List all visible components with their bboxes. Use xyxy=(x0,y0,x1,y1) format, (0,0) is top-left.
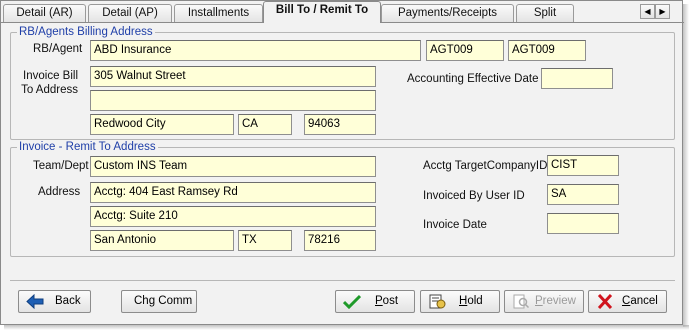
billing-address-line2-field[interactable] xyxy=(90,90,376,111)
remit-address-label: Address xyxy=(38,186,81,198)
tab-detail-ap[interactable]: Detail (AP) xyxy=(88,4,172,22)
billing-group-title: RB/Agents Billing Address xyxy=(17,26,155,39)
tab-bar: Detail (AR) Detail (AP) Installments Pay… xyxy=(1,1,684,23)
invoiced-by-label: Invoiced By User ID xyxy=(423,190,525,202)
invoice-date-field[interactable] xyxy=(547,213,619,234)
hold-button[interactable]: Hold xyxy=(420,290,500,313)
target-company-field[interactable]: CIST xyxy=(547,155,619,176)
rb-agent-code1-field[interactable]: AGT009 xyxy=(426,40,504,61)
footer-divider xyxy=(10,280,675,281)
post-button[interactable]: Post xyxy=(335,290,415,313)
tab-split[interactable]: Split xyxy=(516,4,574,22)
cancel-button[interactable]: Cancel xyxy=(588,290,667,313)
remit-state-field[interactable]: TX xyxy=(238,230,292,251)
team-dept-field[interactable]: Custom INS Team xyxy=(90,156,376,177)
chg-comm-button[interactable]: Chg Comm xyxy=(121,290,197,313)
tab-payments-receipts[interactable]: Payments/Receipts xyxy=(381,4,514,22)
team-dept-label: Team/Dept xyxy=(33,160,89,172)
scroll-right-icon[interactable]: ▶ xyxy=(655,4,670,19)
post-label: Post xyxy=(375,295,399,307)
window-shadow-bottom xyxy=(4,325,689,330)
billing-state-field[interactable]: CA xyxy=(238,114,292,135)
billing-zip-field[interactable]: 94063 xyxy=(304,114,376,135)
remit-address-line2-field[interactable]: Acctg: Suite 210 xyxy=(90,206,376,227)
hold-document-icon xyxy=(428,294,446,309)
rb-agent-code2-field[interactable]: AGT009 xyxy=(508,40,586,61)
arrow-left-icon xyxy=(26,293,44,310)
cancel-label: Cancel xyxy=(622,295,658,307)
preview-label: Preview xyxy=(535,295,576,307)
tab-detail-ar[interactable]: Detail (AR) xyxy=(3,4,86,22)
remit-group-title: Invoice - Remit To Address xyxy=(17,141,158,154)
remit-zip-field[interactable]: 78216 xyxy=(304,230,376,251)
target-company-label: Acctg TargetCompanyID xyxy=(423,160,548,172)
billing-address-line1-field[interactable]: 305 Walnut Street xyxy=(90,66,376,87)
checkmark-icon xyxy=(342,294,362,310)
rb-agent-label: RB/Agent xyxy=(33,43,83,55)
hold-label: Hold xyxy=(459,295,483,307)
red-x-icon xyxy=(596,293,614,310)
preview-magnifier-icon xyxy=(512,294,530,309)
billing-city-field[interactable]: Redwood City xyxy=(90,114,234,135)
rb-agent-name-field[interactable]: ABD Insurance xyxy=(90,40,421,61)
remit-address-line1-field[interactable]: Acctg: 404 East Ramsey Rd xyxy=(90,182,376,203)
invoice-bill-label-1: Invoice Bill xyxy=(23,70,78,82)
chg-comm-label: Chg Comm xyxy=(134,295,193,307)
tab-bill-to-remit-to[interactable]: Bill To / Remit To xyxy=(263,1,381,23)
tab-installments[interactable]: Installments xyxy=(174,4,263,22)
accounting-effective-date-label: Accounting Effective Date xyxy=(407,73,539,85)
remit-city-field[interactable]: San Antonio xyxy=(90,230,234,251)
back-label: Back xyxy=(55,295,81,307)
accounting-effective-date-field[interactable] xyxy=(541,68,613,89)
invoiced-by-field[interactable]: SA xyxy=(547,184,619,205)
preview-button[interactable]: Preview xyxy=(504,290,584,313)
invoice-bill-label-2: To Address xyxy=(21,84,78,96)
invoice-date-label: Invoice Date xyxy=(423,219,487,231)
dialog-window: Detail (AR) Detail (AP) Installments Pay… xyxy=(0,0,684,325)
window-shadow-right xyxy=(683,4,689,327)
back-button[interactable]: Back xyxy=(18,290,91,313)
scroll-left-icon[interactable]: ◀ xyxy=(640,4,655,19)
